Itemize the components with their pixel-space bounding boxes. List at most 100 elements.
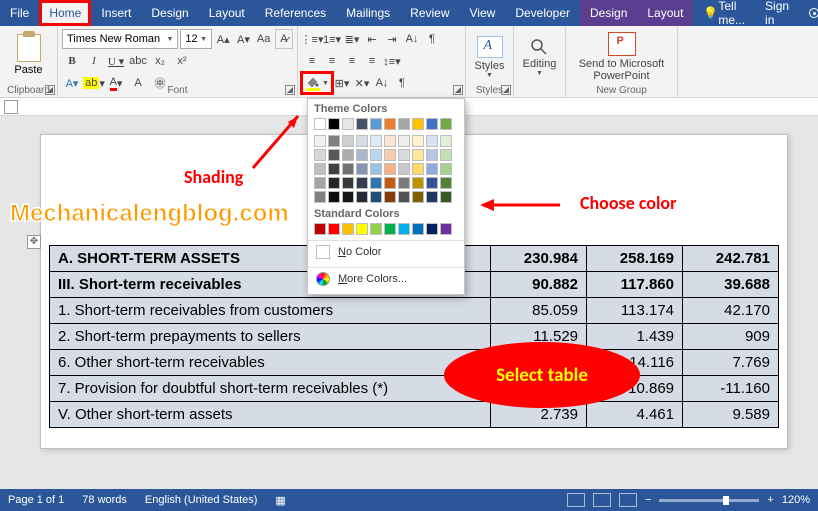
color-swatch[interactable] (314, 118, 326, 130)
clipboard-launcher[interactable]: ◢ (45, 85, 55, 95)
color-swatch[interactable] (342, 177, 354, 189)
color-swatch[interactable] (370, 163, 382, 175)
color-swatch[interactable] (342, 135, 354, 147)
clear-formatting-button[interactable]: A̷ (275, 29, 293, 49)
status-language[interactable]: English (United States) (145, 494, 258, 506)
color-swatch[interactable] (440, 191, 452, 203)
share-button[interactable]: Share (799, 0, 818, 26)
increase-font-button[interactable]: A▴ (214, 29, 232, 49)
color-swatch[interactable] (398, 191, 410, 203)
editing-button[interactable]: Editing ▼ (523, 30, 557, 84)
color-swatch[interactable] (384, 191, 396, 203)
superscript-button[interactable]: x² (172, 51, 192, 71)
tab-review[interactable]: Review (400, 0, 459, 26)
underline-button[interactable]: U ▾ (106, 51, 126, 71)
color-swatch[interactable] (412, 135, 424, 147)
view-read-mode[interactable] (567, 493, 585, 507)
color-swatch[interactable] (370, 191, 382, 203)
tab-design[interactable]: Design (141, 0, 198, 26)
color-swatch[interactable] (314, 223, 326, 235)
color-swatch[interactable] (426, 223, 438, 235)
styles-launcher[interactable]: ◢ (501, 85, 511, 95)
decrease-indent-button[interactable]: ⇤ (362, 29, 382, 49)
color-swatch[interactable] (370, 177, 382, 189)
color-swatch[interactable] (314, 177, 326, 189)
tab-table-design[interactable]: Design (580, 0, 637, 26)
color-swatch[interactable] (384, 118, 396, 130)
sort-button-2[interactable]: A↓ (372, 73, 392, 93)
change-case-button[interactable]: Aa (255, 29, 273, 49)
color-swatch[interactable] (342, 223, 354, 235)
tab-view[interactable]: View (460, 0, 506, 26)
color-swatch[interactable] (314, 149, 326, 161)
styles-button[interactable]: Styles ▼ (475, 30, 505, 84)
tab-mailings[interactable]: Mailings (336, 0, 400, 26)
tell-me[interactable]: 💡 Tell me... (693, 0, 755, 26)
color-swatch[interactable] (328, 191, 340, 203)
color-swatch[interactable] (426, 149, 438, 161)
zoom-slider[interactable] (659, 499, 759, 502)
color-swatch[interactable] (412, 163, 424, 175)
tab-selector[interactable] (4, 100, 18, 114)
color-swatch[interactable] (370, 223, 382, 235)
color-swatch[interactable] (398, 163, 410, 175)
tab-insert[interactable]: Insert (91, 0, 141, 26)
status-page[interactable]: Page 1 of 1 (8, 494, 64, 506)
color-swatch[interactable] (440, 135, 452, 147)
color-swatch[interactable] (370, 149, 382, 161)
color-swatch[interactable] (356, 177, 368, 189)
tab-table-layout[interactable]: Layout (637, 0, 693, 26)
tab-file[interactable]: File (0, 0, 39, 26)
table-row[interactable]: 6. Other short-term receivables 2.745 14… (50, 350, 779, 376)
color-swatch[interactable] (440, 118, 452, 130)
color-swatch[interactable] (314, 191, 326, 203)
color-swatch[interactable] (440, 163, 452, 175)
color-swatch[interactable] (328, 177, 340, 189)
color-swatch[interactable] (440, 149, 452, 161)
color-swatch[interactable] (342, 118, 354, 130)
color-swatch[interactable] (356, 191, 368, 203)
color-swatch[interactable] (412, 191, 424, 203)
color-swatch[interactable] (342, 191, 354, 203)
increase-indent-button[interactable]: ⇥ (382, 29, 402, 49)
color-swatch[interactable] (412, 118, 424, 130)
send-to-powerpoint-button[interactable]: Send to Microsoft PowerPoint (579, 30, 665, 84)
italic-button[interactable]: I (84, 51, 104, 71)
color-swatch[interactable] (356, 135, 368, 147)
table-row[interactable]: V. Other short-term assets 2.739 4.461 9… (50, 402, 779, 428)
color-swatch[interactable] (328, 149, 340, 161)
color-swatch[interactable] (412, 149, 424, 161)
color-swatch[interactable] (370, 135, 382, 147)
table-row[interactable]: 1. Short-term receivables from customers… (50, 298, 779, 324)
tab-layout[interactable]: Layout (199, 0, 255, 26)
align-right-button[interactable]: ≡ (342, 51, 362, 71)
subscript-button[interactable]: x₂ (150, 51, 170, 71)
table-row[interactable]: 7. Provision for doubtful short-term rec… (50, 376, 779, 402)
font-size-combo[interactable]: 12▼ (180, 29, 212, 49)
table-row[interactable]: 2. Short-term prepayments to sellers 11.… (50, 324, 779, 350)
font-launcher[interactable]: ◢ (285, 85, 295, 95)
color-swatch[interactable] (398, 223, 410, 235)
color-swatch[interactable] (398, 177, 410, 189)
no-color-item[interactable]: No Color (308, 241, 464, 263)
tab-developer[interactable]: Developer (505, 0, 580, 26)
color-swatch[interactable] (384, 177, 396, 189)
font-name-combo[interactable]: Times New Roman▼ (62, 29, 178, 49)
zoom-out-button[interactable]: − (645, 494, 651, 506)
color-swatch[interactable] (356, 223, 368, 235)
view-web-layout[interactable] (619, 493, 637, 507)
table-move-handle[interactable]: ✥ (27, 235, 41, 249)
color-swatch[interactable] (342, 163, 354, 175)
color-swatch[interactable] (384, 223, 396, 235)
zoom-level[interactable]: 120% (782, 494, 810, 506)
color-swatch[interactable] (370, 118, 382, 130)
zoom-in-button[interactable]: + (767, 494, 773, 506)
tab-home[interactable]: Home (39, 0, 91, 26)
paste-button[interactable]: Paste (4, 28, 53, 82)
color-swatch[interactable] (426, 118, 438, 130)
color-swatch[interactable] (398, 149, 410, 161)
color-swatch[interactable] (426, 191, 438, 203)
color-swatch[interactable] (426, 135, 438, 147)
color-swatch[interactable] (328, 135, 340, 147)
bold-button[interactable]: B (62, 51, 82, 71)
